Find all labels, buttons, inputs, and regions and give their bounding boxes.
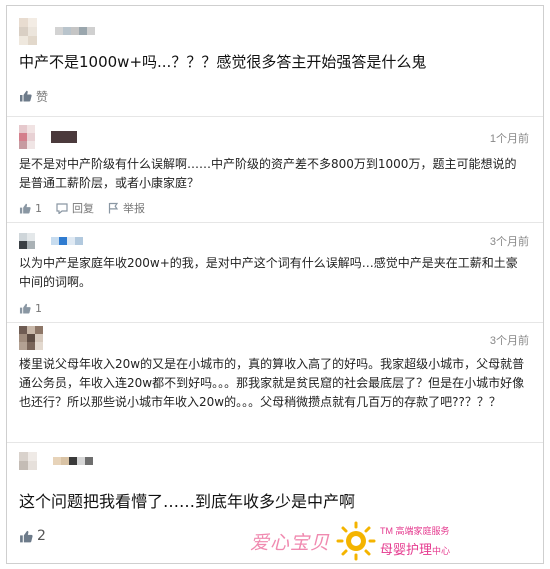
like-label: 赞 <box>36 89 49 104</box>
reply-label: 回复 <box>72 202 94 215</box>
thumbs-up-icon <box>20 90 32 102</box>
timestamp: 1个月前 <box>489 133 529 145</box>
thumbs-up-icon <box>19 203 31 214</box>
username-blurred[interactable] <box>55 27 95 35</box>
like-button[interactable]: 1 <box>19 302 42 315</box>
avatar[interactable] <box>19 17 37 45</box>
username-blurred[interactable] <box>51 131 77 143</box>
timestamp: 3个月前 <box>489 236 529 248</box>
comment-text: 这个问题把我看懵了……到底年收多少是中产啊 <box>19 492 356 511</box>
service-suffix: 中心 <box>432 547 451 557</box>
avatar[interactable] <box>19 233 35 249</box>
username-blurred[interactable] <box>53 457 93 465</box>
user-header[interactable] <box>19 448 93 474</box>
comment-text: 以为中产是家庭年收200w+的我，是对中产这个词有什么误解吗…感觉中产是夹在工薪… <box>19 256 518 289</box>
service-label: 母婴护理 <box>380 543 433 558</box>
avatar[interactable] <box>19 125 35 149</box>
brand-service: 母婴护理中心 <box>380 539 450 558</box>
divider <box>7 116 543 117</box>
flag-icon <box>108 202 119 214</box>
like-count: 1 <box>35 301 42 315</box>
like-count: 1 <box>35 201 42 215</box>
user-header[interactable] <box>19 124 77 150</box>
avatar[interactable] <box>19 326 43 350</box>
brand-tagline: TM 高端家庭服务 <box>380 526 450 536</box>
sun-logo-icon <box>336 521 376 561</box>
divider <box>7 442 543 443</box>
timestamp: 3个月前 <box>489 335 529 347</box>
comment-text: 是不是对中产阶级有什么误解啊……中产阶级的资产差不多800万到1000万，题主可… <box>19 157 517 190</box>
report-label: 举报 <box>123 202 145 215</box>
brand-name: 爱心宝贝 <box>250 531 331 554</box>
user-header[interactable] <box>19 325 43 351</box>
reply-button[interactable]: 回复 <box>56 200 94 216</box>
like-count: 2 <box>37 528 46 544</box>
report-button[interactable]: 举报 <box>108 200 145 216</box>
comment-feed: 中产不是1000w+吗...？？？感觉很多答主开始强答是什么鬼 赞 1个月前 是… <box>6 5 544 564</box>
avatar[interactable] <box>19 452 37 470</box>
username-blurred[interactable] <box>51 237 83 245</box>
user-header[interactable] <box>19 228 83 254</box>
divider <box>7 222 543 223</box>
comment-text: 楼里说父母年收入20w的又是在小城市的，真的算收入高了的好吗。我家超级小城市，父… <box>19 357 525 409</box>
comment-text: 中产不是1000w+吗...？？？感觉很多答主开始强答是什么鬼 <box>19 53 427 71</box>
divider <box>7 322 543 323</box>
reply-icon <box>56 202 68 214</box>
thumbs-up-icon <box>19 303 31 314</box>
thumbs-up-icon <box>20 530 33 542</box>
like-button[interactable]: 2 <box>19 528 46 544</box>
brand-watermark: 爱心宝贝 TM 高端家庭服务 母婴护理中心 <box>250 519 544 563</box>
like-button[interactable]: 赞 <box>19 88 48 105</box>
user-header[interactable] <box>19 17 95 45</box>
like-button[interactable]: 1 <box>19 202 42 215</box>
